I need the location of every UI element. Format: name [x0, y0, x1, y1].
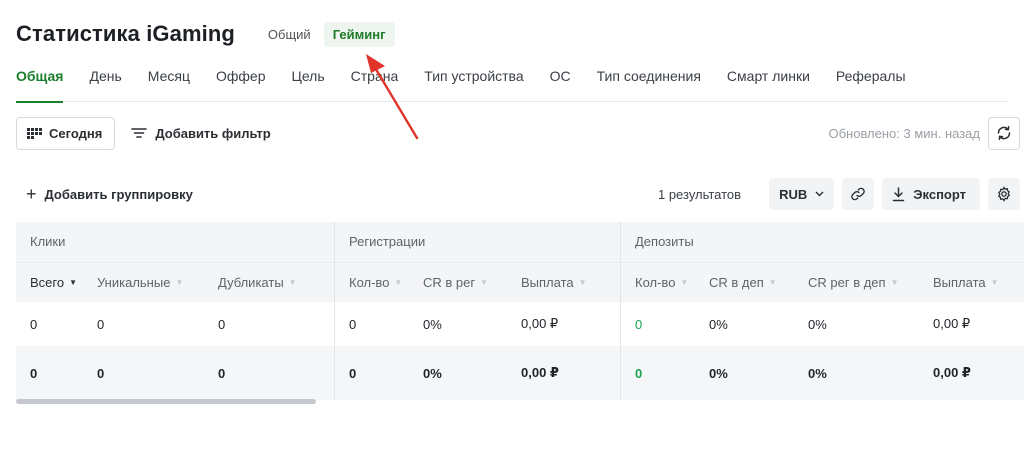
sort-icon: ▼	[680, 278, 689, 287]
column-header[interactable]: Дубликаты ▼	[218, 263, 334, 302]
chevron-down-icon	[815, 191, 824, 197]
sort-icon: ▼	[394, 278, 403, 287]
deposit-count-link[interactable]: 0	[620, 302, 709, 346]
add-grouping-button[interactable]: + Добавить группировку	[16, 178, 203, 211]
table-cell: 0	[30, 316, 38, 332]
sort-icon: ▼	[890, 278, 899, 287]
date-range-label: Сегодня	[49, 125, 103, 141]
table-cell: 0,00 ₽	[521, 365, 559, 380]
column-header[interactable]: Выплата ▼	[933, 263, 1024, 302]
column-header[interactable]: Всего ▼	[16, 263, 97, 302]
table-cell: 0%	[423, 365, 442, 381]
table-settings-button[interactable]	[988, 178, 1020, 210]
page-title: Статистика iGaming	[16, 21, 235, 46]
column-header[interactable]: CR в рег ▼	[423, 263, 521, 302]
tab-month[interactable]: Месяц	[148, 62, 190, 102]
sort-icon: ▼	[288, 278, 297, 287]
table-column-header: Всего ▼ Уникальные ▼ Дубликаты ▼ Кол-во ▼ CR…	[16, 262, 1024, 302]
table-cell: 0	[218, 316, 226, 332]
table-cell: 0%	[423, 316, 442, 332]
table-cell: 0%	[808, 365, 827, 381]
sort-icon: ▼	[768, 278, 777, 287]
table-cell: 0	[334, 346, 423, 400]
results-count: 1 результатов	[657, 186, 742, 202]
table-group-header: Клики Регистрации Депозиты	[16, 222, 1024, 262]
report-tabs: Общая День Месяц Оффер Цель Страна Тип у…	[16, 62, 1008, 103]
calendar-grid-icon	[27, 127, 42, 139]
tab-day[interactable]: День	[89, 62, 121, 102]
date-range-button[interactable]: Сегодня	[16, 116, 116, 150]
horizontal-scrollbar[interactable]	[16, 399, 316, 404]
sort-icon: ▼	[175, 278, 184, 287]
currency-select[interactable]: RUB	[769, 178, 835, 210]
mode-gaming-button[interactable]: Гейминг	[323, 21, 395, 47]
sort-desc-icon: ▼	[69, 278, 78, 287]
table-total-row: 0 0 0 0 0% 0,00 ₽ 0 0% 0% 0,00 ₽	[16, 346, 1024, 400]
tab-general[interactable]: Общая	[16, 62, 64, 103]
page-header: Статистика iGaming Общий Гейминг	[16, 18, 395, 50]
table-actions: + Добавить группировку 1 результатов RUB…	[16, 178, 1020, 210]
sort-icon: ▼	[480, 278, 489, 287]
tab-goal[interactable]: Цель	[292, 62, 325, 102]
column-header[interactable]: Уникальные ▼	[97, 263, 218, 302]
export-label: Экспорт	[913, 186, 966, 202]
filter-toolbar: Сегодня Добавить фильтр Обновлено: 3 мин…	[16, 116, 1020, 150]
plus-icon: +	[26, 184, 37, 204]
gear-icon	[997, 186, 1011, 202]
column-header[interactable]: CR рег в деп ▼	[808, 263, 933, 302]
download-icon	[893, 186, 905, 201]
filter-icon	[131, 128, 148, 138]
copy-link-button[interactable]	[842, 178, 875, 210]
table-cell: 0,00 ₽	[521, 316, 559, 331]
tab-offer[interactable]: Оффер	[216, 62, 266, 102]
refresh-button[interactable]	[988, 116, 1020, 150]
table-cell: 0%	[808, 316, 827, 332]
sort-icon: ▼	[990, 278, 999, 287]
tab-smart-links[interactable]: Смарт линки	[727, 62, 810, 102]
column-header[interactable]: Выплата ▼	[521, 263, 620, 302]
table-cell: 0	[218, 365, 226, 381]
tab-country[interactable]: Страна	[351, 62, 399, 102]
table-cell: 0	[620, 346, 709, 400]
refresh-icon	[997, 126, 1011, 140]
currency-value: RUB	[779, 186, 808, 202]
add-filter-label: Добавить фильтр	[155, 125, 271, 141]
group-clicks: Клики	[30, 234, 66, 249]
table-cell: 0%	[709, 365, 728, 381]
column-header[interactable]: CR в деп ▼	[709, 263, 808, 302]
tab-device-type[interactable]: Тип устройства	[424, 62, 523, 102]
link-icon	[851, 187, 866, 201]
table-cell: 0,00 ₽	[933, 316, 971, 331]
column-header[interactable]: Кол-во ▼	[620, 263, 709, 302]
table-cell: 0	[97, 365, 105, 381]
table-cell: 0%	[709, 316, 728, 332]
sort-icon: ▼	[578, 278, 587, 287]
stats-table: Клики Регистрации Депозиты Всего ▼ Уникал…	[16, 222, 1024, 408]
table-cell: 0	[334, 302, 423, 346]
group-deposits: Депозиты	[620, 222, 1024, 262]
add-grouping-label: Добавить группировку	[44, 186, 193, 202]
updated-status: Обновлено: 3 мин. назад	[828, 125, 980, 141]
table-row: 0 0 0 0 0% 0,00 ₽ 0 0% 0% 0,00 ₽	[16, 302, 1024, 346]
add-filter-button[interactable]: Добавить фильтр	[121, 117, 280, 150]
column-header[interactable]: Кол-во ▼	[334, 263, 423, 302]
tab-os[interactable]: ОС	[550, 62, 571, 102]
table-cell: 0,00 ₽	[933, 365, 971, 380]
table-cell: 0	[97, 316, 105, 332]
tab-referrals[interactable]: Рефералы	[836, 62, 906, 102]
table-cell: 0	[30, 365, 38, 381]
mode-general-button[interactable]: Общий	[259, 22, 320, 47]
mode-switch: Общий Гейминг	[259, 21, 395, 47]
export-button[interactable]: Экспорт	[882, 178, 980, 210]
group-registrations: Регистрации	[334, 222, 620, 262]
tab-connection-type[interactable]: Тип соединения	[597, 62, 701, 102]
